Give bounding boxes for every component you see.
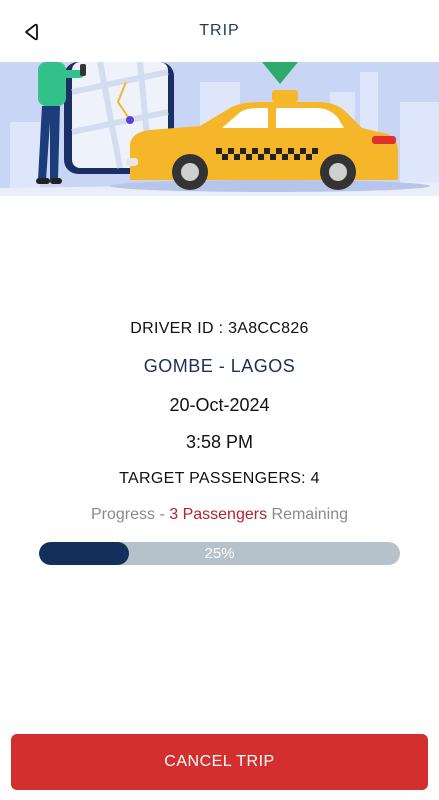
trip-route: GOMBE - LAGOS [143,356,296,376]
taxi-map-illustration [0,62,439,196]
trip-time: 3:58 PM [185,432,254,452]
progress-bar: 25% [39,542,400,565]
progress-suffix: Remaining [267,506,349,523]
passengers-remaining-count: 3 Passengers [169,506,268,523]
app-header: TRIP [0,0,439,62]
trip-date: 20-Oct-2024 [169,395,270,415]
page-title: TRIP [199,22,240,39]
driver-id: DRIVER ID : 3A8CC826 [130,320,309,337]
progress-status: Progress - 3 Passengers Remaining [0,506,439,524]
progress-prefix: Progress - [90,506,170,523]
cancel-trip-button[interactable]: CANCEL TRIP [11,734,428,790]
target-passengers: TARGET PASSENGERS: 4 [119,470,320,487]
progress-percent-label: 25% [204,545,235,562]
